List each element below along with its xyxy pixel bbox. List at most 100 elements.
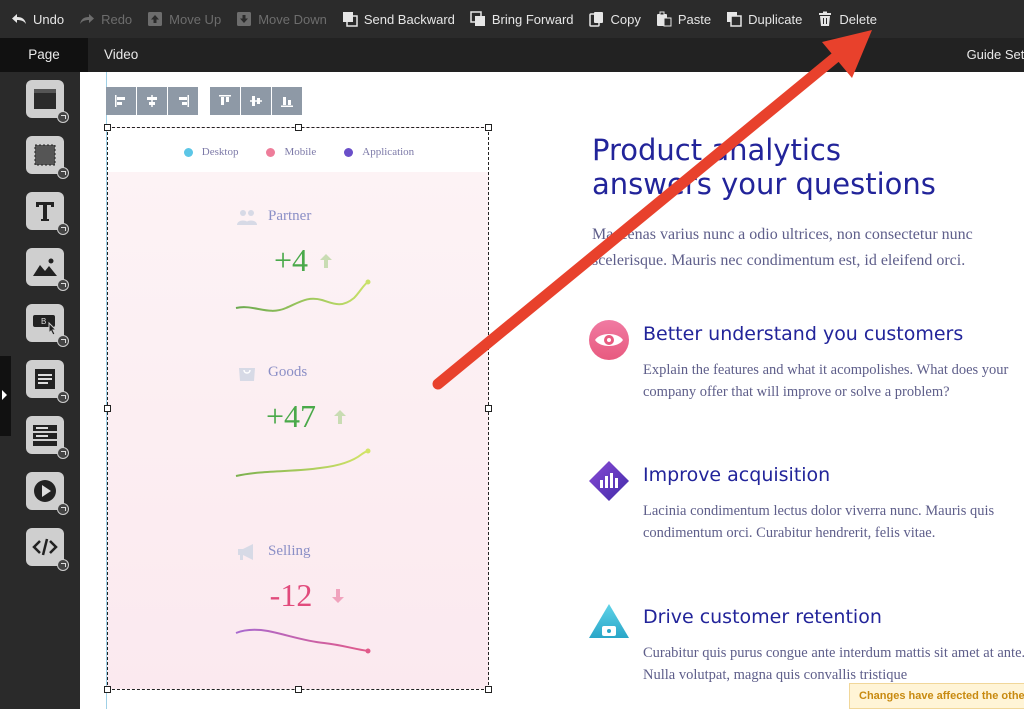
align-toolbar <box>106 87 303 115</box>
align-left-icon <box>115 95 125 107</box>
arrow-down-icon <box>332 589 344 603</box>
shopping-bag-icon <box>239 368 255 381</box>
resize-handle-w[interactable] <box>104 405 111 412</box>
feature-text: Explain the features and what it acompol… <box>643 362 1009 400</box>
paste-button[interactable]: Paste <box>651 0 721 38</box>
align-top-icon <box>219 95 231 105</box>
frame-icon <box>34 144 56 166</box>
tab-video[interactable]: Video <box>88 38 154 72</box>
align-right-icon <box>179 95 189 107</box>
arrow-up-icon <box>320 254 332 268</box>
bring-forward-button[interactable]: Bring Forward <box>465 0 584 38</box>
sparkline <box>235 628 371 654</box>
form-tool[interactable] <box>26 360 69 403</box>
undo-label: Undo <box>33 11 65 27</box>
metric-label: Partner <box>268 208 312 224</box>
resize-handle-n[interactable] <box>295 124 302 131</box>
resize-handle-ne[interactable] <box>485 124 492 131</box>
align-center-icon <box>147 95 157 107</box>
align-center-h-button[interactable] <box>137 87 167 115</box>
undo-icon <box>10 10 28 28</box>
section-tool[interactable] <box>26 80 69 123</box>
move-up-button[interactable]: Move Up <box>142 0 231 38</box>
arrow-up-icon <box>334 410 346 424</box>
metric-label: Selling <box>268 543 311 559</box>
align-left-button[interactable] <box>106 87 136 115</box>
resize-handle-se[interactable] <box>485 686 492 693</box>
bring-forward-label: Bring Forward <box>491 11 574 27</box>
feature-title: Better understand you customers <box>643 323 964 345</box>
resize-handle-nw[interactable] <box>104 124 111 131</box>
selected-image-block[interactable]: Desktop Mobile Application Partner +4 Go… <box>104 124 492 693</box>
move-up-label: Move Up <box>169 11 222 27</box>
hero-title-line2: answers your questions <box>592 167 936 201</box>
hero-text: Maecenas varius nunc a odio ultrices, no… <box>592 226 973 269</box>
feature-text: Lacinia condimentum lectus dolor viverra… <box>643 503 995 541</box>
copy-button[interactable]: Copy <box>584 0 651 38</box>
undo-button[interactable]: Undo <box>6 0 74 38</box>
triangle-lock-icon <box>589 604 629 638</box>
sidebar-collapse-handle[interactable] <box>0 356 11 436</box>
code-icon <box>32 538 58 556</box>
text-tool[interactable] <box>26 192 69 235</box>
move-down-icon <box>235 10 253 28</box>
video-icon <box>34 480 56 502</box>
trash-icon <box>816 10 834 28</box>
legend-label: Application <box>362 146 415 158</box>
align-top-button[interactable] <box>210 87 240 115</box>
align-bottom-button[interactable] <box>272 87 302 115</box>
image-tool[interactable] <box>26 248 69 291</box>
align-middle-icon <box>250 96 262 106</box>
button-icon: B <box>33 315 58 335</box>
code-tool[interactable] <box>26 528 69 571</box>
list-tool[interactable] <box>26 416 69 459</box>
duplicate-button[interactable]: Duplicate <box>721 0 812 38</box>
frame-tool[interactable] <box>26 136 69 179</box>
bar-chart-diamond-icon <box>589 461 629 501</box>
feature-title: Improve acquisition <box>643 464 831 486</box>
svg-text:B: B <box>41 317 46 326</box>
resize-handle-e[interactable] <box>485 405 492 412</box>
hero-title: Product analytics answers your questions <box>592 133 1022 201</box>
sparkline <box>235 279 371 312</box>
hero-title-line1: Product analytics <box>592 133 841 167</box>
resize-handle-sw[interactable] <box>104 686 111 693</box>
delete-button[interactable]: Delete <box>812 0 887 38</box>
video-tool[interactable] <box>26 472 69 515</box>
chart-legend: Desktop Mobile Application <box>108 146 490 158</box>
list-icon <box>33 425 57 446</box>
copy-label: Copy <box>610 11 641 27</box>
metric-value: -12 <box>269 577 313 613</box>
send-backward-label: Send Backward <box>363 11 455 27</box>
form-icon <box>35 369 55 389</box>
feature-title: Drive customer retention <box>643 606 882 628</box>
delete-label: Delete <box>839 11 877 27</box>
move-up-icon <box>146 10 164 28</box>
megaphone-icon <box>238 544 253 560</box>
legend-item-desktop: Desktop <box>183 146 238 158</box>
button-tool[interactable]: B <box>26 304 69 347</box>
guide-settings-link[interactable]: Guide Sett <box>967 38 1024 72</box>
tab-page[interactable]: Page <box>0 38 88 72</box>
redo-button[interactable]: Redo <box>74 0 142 38</box>
text-icon <box>36 202 54 221</box>
resize-handle-s[interactable] <box>295 686 302 693</box>
duplicate-label: Duplicate <box>748 11 803 27</box>
legend-label: Mobile <box>284 146 317 158</box>
bring-forward-icon <box>469 10 487 28</box>
left-tool-sidebar: B <box>0 72 80 709</box>
section-icon <box>34 89 56 109</box>
copy-icon <box>588 10 606 28</box>
legend-item-application: Application <box>344 146 414 158</box>
metric-label: Goods <box>268 364 308 380</box>
align-middle-button[interactable] <box>241 87 271 115</box>
align-right-button[interactable] <box>168 87 198 115</box>
paste-icon <box>655 10 673 28</box>
send-backward-button[interactable]: Send Backward <box>337 0 465 38</box>
metric-value: +4 <box>273 242 309 278</box>
changes-notice[interactable]: Changes have affected the other <box>849 683 1024 709</box>
align-bottom-icon <box>281 97 293 107</box>
duplicate-icon <box>725 10 743 28</box>
move-down-button[interactable]: Move Down <box>231 0 337 38</box>
redo-icon <box>78 10 96 28</box>
